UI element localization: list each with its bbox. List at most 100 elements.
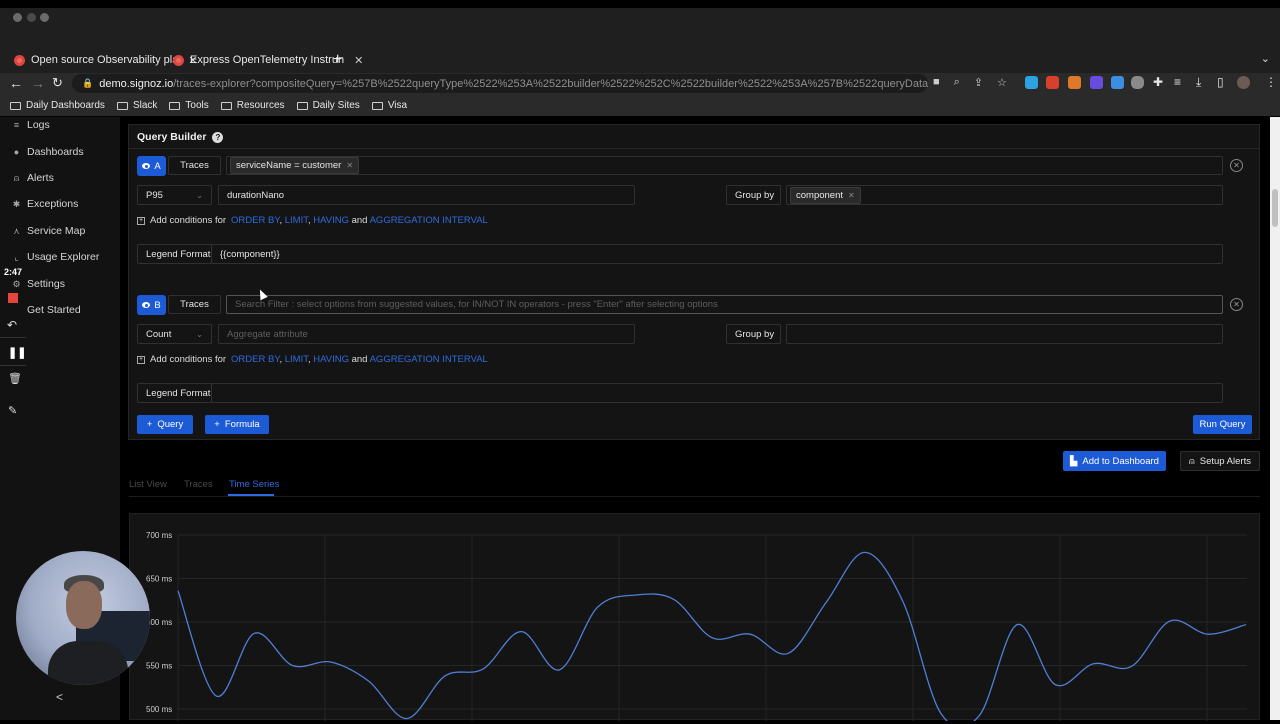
- camera-icon[interactable]: ■: [933, 76, 940, 89]
- pause-icon[interactable]: ❚❚: [8, 346, 26, 359]
- remove-chip-icon[interactable]: ✕: [848, 191, 855, 200]
- query-a-add-conditions[interactable]: + Add conditions for ORDER BY, LIMIT, HA…: [137, 215, 488, 226]
- query-b-aggregate-operator-select[interactable]: Count ⌄: [137, 324, 212, 344]
- share-icon[interactable]: ⇪: [974, 76, 983, 89]
- address-bar[interactable]: 🔒 demo.signoz.io /traces-explorer?compos…: [72, 74, 928, 93]
- new-tab-button[interactable]: +: [333, 51, 342, 69]
- order-by-link[interactable]: ORDER BY: [231, 215, 279, 226]
- profile-avatar[interactable]: [1237, 76, 1250, 89]
- extension-hubspot-icon[interactable]: [1068, 76, 1081, 89]
- trash-icon[interactable]: 🗑: [8, 372, 22, 385]
- query-b-aggregate-attribute-input[interactable]: Aggregate attribute: [218, 324, 635, 344]
- query-b-group-by-input[interactable]: [786, 324, 1223, 344]
- query-b-legend-format-input[interactable]: [211, 383, 1223, 403]
- aggregation-interval-link[interactable]: AGGREGATION INTERVAL: [370, 354, 488, 365]
- add-to-dashboard-button[interactable]: ▙ Add to Dashboard: [1063, 451, 1166, 471]
- extension-gem-icon[interactable]: [1025, 76, 1038, 89]
- stop-recording-button[interactable]: [8, 293, 18, 303]
- query-a-filter-input[interactable]: serviceName = customer ✕: [226, 156, 1223, 175]
- alert-bell-icon: ⍝: [1189, 455, 1195, 467]
- add-query-button[interactable]: + Query: [137, 415, 193, 434]
- recorder-divider: [0, 365, 26, 366]
- plus-icon: +: [214, 419, 220, 430]
- query-b-filter-input[interactable]: Search Filter : select options from sugg…: [226, 295, 1223, 314]
- query-builder-title: Query Builder ?: [137, 131, 224, 143]
- query-a-aggregate-operator-select[interactable]: P95 ⌄: [137, 185, 212, 205]
- group-by-chip: component ✕: [790, 186, 861, 204]
- query-b-data-source[interactable]: Traces: [168, 295, 221, 314]
- having-link[interactable]: HAVING: [313, 354, 349, 365]
- y-tick-label: 500 ms: [146, 705, 172, 714]
- tab-list-view[interactable]: List View: [129, 479, 167, 490]
- sidebar-item-settings[interactable]: ⚙ Settings: [12, 278, 65, 290]
- extension-badge-icon[interactable]: [1090, 76, 1103, 89]
- dashboard-chart-icon: ▙: [1070, 455, 1078, 467]
- forward-arrow-icon[interactable]: →: [31, 75, 45, 91]
- reload-icon[interactable]: ↻: [52, 75, 63, 91]
- undo-icon[interactable]: ↶: [7, 318, 17, 332]
- sidebar-item-dashboards[interactable]: ● Dashboards: [12, 146, 84, 158]
- having-link[interactable]: HAVING: [313, 215, 349, 226]
- browser-menu-icon[interactable]: ⋮: [1265, 75, 1277, 89]
- bookmark-star-icon[interactable]: ☆: [997, 76, 1007, 89]
- sidebar-item-exceptions[interactable]: ✱ Exceptions: [12, 198, 79, 210]
- remove-query-a-icon[interactable]: ✕: [1230, 159, 1243, 172]
- sidebar-item-logs[interactable]: ≡ Logs: [12, 119, 50, 131]
- side-panel-icon[interactable]: ▯: [1217, 75, 1224, 89]
- extension-castle-icon[interactable]: [1046, 76, 1059, 89]
- add-formula-button[interactable]: + Formula: [205, 415, 269, 434]
- query-b-toggle[interactable]: B: [137, 295, 166, 315]
- expand-plus-icon[interactable]: +: [137, 216, 145, 225]
- bookmark-folder[interactable]: Daily Sites: [296, 100, 360, 111]
- remove-chip-icon[interactable]: ✕: [346, 161, 353, 170]
- scrollbar-thumb[interactable]: [1272, 189, 1278, 227]
- bookmark-folder[interactable]: Visa: [371, 100, 407, 111]
- help-icon[interactable]: ?: [212, 131, 224, 143]
- close-tab-icon[interactable]: ✕: [354, 54, 363, 67]
- logs-icon: ≡: [13, 120, 20, 130]
- window-close-button[interactable]: [13, 13, 22, 22]
- reading-list-icon[interactable]: ≡: [1174, 75, 1181, 89]
- query-a-group-by-input[interactable]: component ✕: [786, 185, 1223, 205]
- bookmark-folder[interactable]: Slack: [116, 100, 157, 111]
- sidebar-item-get-started[interactable]: Get Started: [12, 304, 81, 316]
- query-a-aggregate-attribute-input[interactable]: durationNano: [218, 185, 635, 205]
- query-a-toggle[interactable]: A: [137, 156, 166, 176]
- bookmark-folder[interactable]: Resources: [220, 100, 285, 111]
- extensions-puzzle-icon[interactable]: ✚: [1153, 75, 1163, 89]
- query-a-data-source[interactable]: Traces: [168, 156, 221, 175]
- sidebar-item-usage-explorer[interactable]: ⌞ Usage Explorer: [12, 251, 99, 263]
- query-b-add-conditions[interactable]: + Add conditions for ORDER BY, LIMIT, HA…: [137, 354, 488, 365]
- sidebar-item-alerts[interactable]: ⍝ Alerts: [12, 172, 54, 184]
- download-icon[interactable]: ⤓: [1196, 75, 1201, 90]
- bookmark-folder[interactable]: Tools: [169, 100, 209, 111]
- limit-link[interactable]: LIMIT: [285, 215, 308, 226]
- extension-shield-icon[interactable]: [1131, 76, 1144, 89]
- pen-icon[interactable]: ✎: [8, 404, 17, 417]
- zoom-icon[interactable]: ⌕: [954, 76, 960, 89]
- bug-icon: ✱: [12, 198, 21, 209]
- remove-query-b-icon[interactable]: ✕: [1230, 298, 1243, 311]
- setup-alerts-button[interactable]: ⍝ Setup Alerts: [1180, 451, 1260, 471]
- limit-link[interactable]: LIMIT: [285, 354, 308, 365]
- expand-plus-icon[interactable]: +: [137, 355, 145, 364]
- query-a-legend-format-input[interactable]: {{component}}: [211, 244, 1223, 264]
- browser-tab-1[interactable]: Open source Observability pla ✕: [14, 50, 198, 70]
- sidebar-item-service-map[interactable]: ⋏ Service Map: [12, 225, 85, 237]
- page-scrollbar[interactable]: [1270, 117, 1280, 720]
- back-arrow-icon[interactable]: ←: [9, 75, 23, 91]
- aggregation-interval-link[interactable]: AGGREGATION INTERVAL: [370, 215, 488, 226]
- sidebar-collapse-icon[interactable]: <: [56, 690, 63, 704]
- y-tick-label: 700 ms: [146, 531, 172, 540]
- tab-search-chevron-icon[interactable]: ⌄: [1261, 52, 1270, 65]
- chevron-down-icon: ⌄: [196, 329, 203, 339]
- window-zoom-button[interactable]: [40, 13, 49, 22]
- extension-ghost-icon[interactable]: [1111, 76, 1124, 89]
- run-query-button[interactable]: Run Query: [1193, 415, 1252, 434]
- tab-time-series[interactable]: Time Series: [229, 479, 279, 490]
- eye-icon: [142, 163, 151, 169]
- window-minimize-button[interactable]: [27, 13, 36, 22]
- tab-traces[interactable]: Traces: [184, 479, 213, 490]
- order-by-link[interactable]: ORDER BY: [231, 354, 279, 365]
- bookmark-folder[interactable]: Daily Dashboards: [10, 100, 105, 111]
